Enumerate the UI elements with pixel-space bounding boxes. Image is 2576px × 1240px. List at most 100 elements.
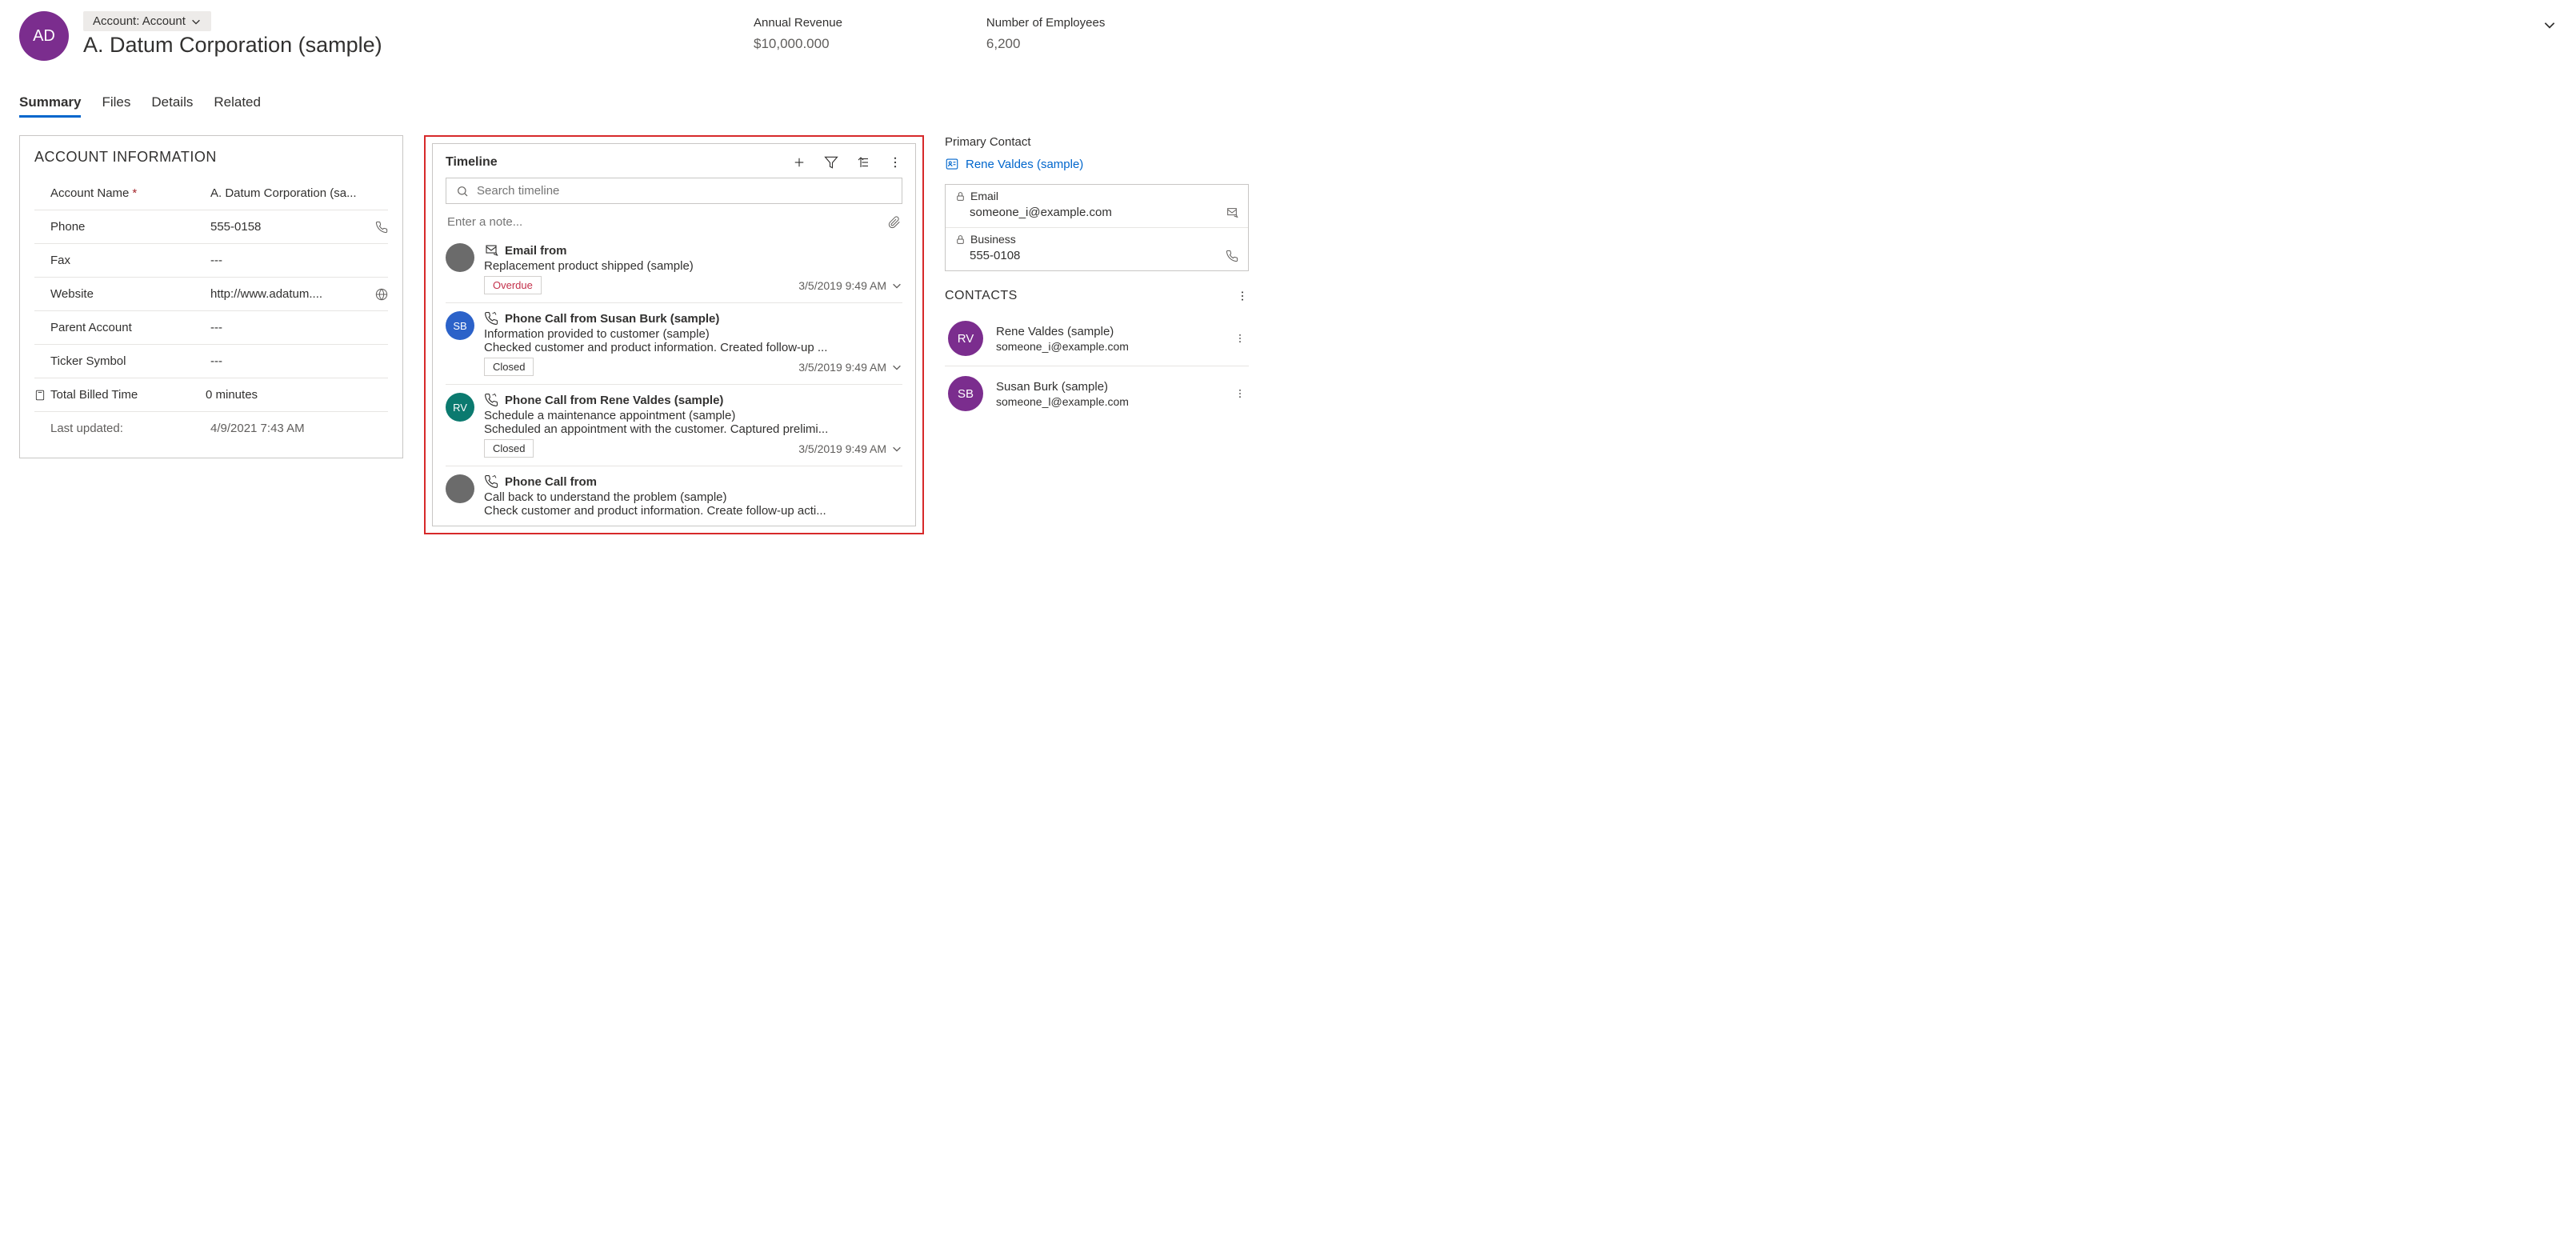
activity-date: 3/5/2019 9:49 AM [798,279,902,292]
billed-time-value: 0 minutes [206,388,388,402]
activity-type-label: Phone Call from Susan Burk (sample) [505,312,719,326]
sort-button[interactable] [856,155,870,170]
activity-description: Checked customer and product information… [484,341,902,354]
fax-value[interactable]: --- [210,254,388,267]
website-label: Website [50,287,210,301]
activity-avatar: RV [446,393,474,422]
calculator-icon [34,390,46,401]
parent-account-value[interactable]: --- [210,321,388,334]
activity-subject: Schedule a maintenance appointment (samp… [484,409,902,422]
activity-avatar: SB [446,311,474,340]
activity-subject: Replacement product shipped (sample) [484,259,902,273]
contact-avatar: RV [948,321,983,356]
activity-type-label: Phone Call from Rene Valdes (sample) [505,394,723,407]
email-icon [484,243,498,258]
activity-subject: Information provided to customer (sample… [484,327,902,341]
tab-related[interactable]: Related [214,90,261,118]
contact-row[interactable]: SB Susan Burk (sample) someone_l@example… [945,366,1249,421]
activity-avatar [446,243,474,272]
phone-icon [484,393,498,407]
ticker-value[interactable]: --- [210,354,388,368]
phone-icon[interactable] [1226,250,1238,262]
timeline-search-input[interactable] [477,184,892,198]
contact-avatar: SB [948,376,983,411]
timeline-item[interactable]: Phone Call from Call back to understand … [446,466,902,526]
contacts-heading: CONTACTS [945,289,1018,303]
timeline-highlight-frame: Timeline [424,135,924,534]
contact-name: Rene Valdes (sample) [996,325,1222,338]
account-name-value[interactable]: A. Datum Corporation (sa... [210,186,388,200]
timeline-note-input[interactable] [447,215,888,229]
activity-status-tag: Overdue [484,276,542,294]
chevron-down-icon [190,16,202,27]
activity-avatar [446,474,474,503]
revenue-label: Annual Revenue [754,16,842,30]
tab-details[interactable]: Details [151,90,193,118]
attachment-icon[interactable] [888,216,901,229]
contact-name: Susan Burk (sample) [996,380,1222,394]
header-stats: Annual Revenue $10,000.000 Number of Emp… [754,16,1105,52]
lock-icon [955,234,966,245]
send-email-icon[interactable] [1226,206,1238,219]
phone-icon [484,311,498,326]
parent-account-label: Parent Account [50,321,210,334]
pc-business-label: Business [970,233,1016,246]
chevron-down-icon[interactable] [891,280,902,291]
last-updated-label: Last updated: [50,422,210,435]
activity-status-tag: Closed [484,358,534,376]
expand-header-button[interactable] [2542,18,2557,32]
primary-contact-panel: Email someone_i@example.com Business [945,184,1249,271]
chevron-down-icon[interactable] [891,362,902,373]
tab-files[interactable]: Files [102,90,130,118]
contact-row[interactable]: RV Rene Valdes (sample) someone_i@exampl… [945,311,1249,366]
pc-business-value[interactable]: 555-0108 [970,249,1226,262]
account-info-heading: ACCOUNT INFORMATION [34,149,388,166]
ticker-label: Ticker Symbol [50,354,210,368]
contact-more-button[interactable] [1234,388,1246,399]
globe-icon[interactable] [375,288,388,301]
contact-email: someone_i@example.com [996,340,1222,353]
pc-email-label: Email [970,190,998,202]
website-value[interactable]: http://www.adatum.... [210,287,369,301]
search-icon [456,185,469,198]
lock-icon [955,191,966,202]
phone-value[interactable]: 555-0158 [210,220,369,234]
entity-type-selector[interactable]: Account: Account [83,11,211,31]
account-information-panel: ACCOUNT INFORMATION Account Name* A. Dat… [19,135,403,458]
more-actions-button[interactable] [888,155,902,170]
phone-icon[interactable] [375,221,388,234]
timeline-item[interactable]: Email from Replacement product shipped (… [446,235,902,302]
timeline-item[interactable]: RV Phone Call from Rene Valdes (sample) … [446,384,902,466]
activity-subject: Call back to understand the problem (sam… [484,490,902,504]
timeline-item[interactable]: SB Phone Call from Susan Burk (sample) I… [446,302,902,384]
activity-type-label: Email from [505,244,567,258]
activity-date: 3/5/2019 9:49 AM [798,442,902,455]
billed-time-label: Total Billed Time [50,388,206,402]
last-updated-value: 4/9/2021 7:43 AM [210,422,388,435]
contacts-more-button[interactable] [1236,290,1249,302]
timeline-heading: Timeline [446,155,498,170]
timeline-panel: Timeline [432,143,916,526]
timeline-search[interactable] [446,178,902,204]
contact-more-button[interactable] [1234,333,1246,344]
tab-summary[interactable]: Summary [19,90,81,118]
entity-type-label: Account: Account [93,14,186,28]
pc-email-value[interactable]: someone_i@example.com [970,206,1226,219]
fax-label: Fax [50,254,210,267]
primary-contact-link[interactable]: Rene Valdes (sample) [945,157,1249,171]
primary-contact-heading: Primary Contact [945,135,1249,149]
tabs: Summary Files Details Related [19,90,2557,118]
primary-contact-name: Rene Valdes (sample) [966,158,1083,171]
add-activity-button[interactable] [792,155,806,170]
filter-button[interactable] [824,155,838,170]
phone-icon [484,474,498,489]
contact-card-icon [945,157,959,171]
employees-value: 6,200 [986,36,1105,52]
chevron-down-icon[interactable] [891,443,902,454]
revenue-value: $10,000.000 [754,36,842,52]
right-column: Primary Contact Rene Valdes (sample) Ema… [945,135,1249,421]
contact-email: someone_l@example.com [996,395,1222,408]
timeline-note-row[interactable] [446,209,902,235]
activity-type-label: Phone Call from [505,475,597,489]
activity-status-tag: Closed [484,439,534,458]
